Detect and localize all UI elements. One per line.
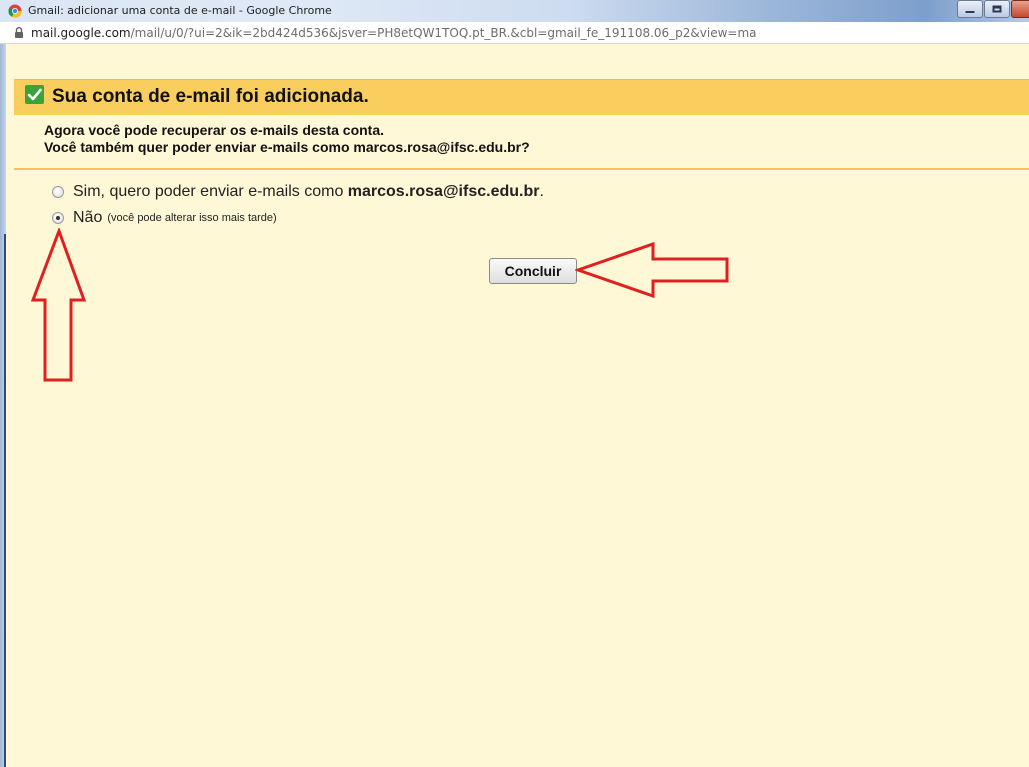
option-yes[interactable]: Sim, quero poder enviar e-mails como mar… [52,183,544,201]
radio-yes[interactable] [52,186,64,198]
window-controls [956,0,1029,20]
window-left-border [0,44,6,767]
info-text: Agora você pode recuperar os e-mails des… [44,122,530,156]
option-no-label: Não [73,209,103,226]
url-text: mail.google.com/mail/u/0/?ui=2&ik=2bd424… [31,26,757,40]
info-line-2: Você também quer poder enviar e-mails co… [44,139,530,155]
scroll-edge [4,234,6,767]
option-yes-label: Sim, quero poder enviar e-mails como mar… [73,183,544,201]
window-titlebar: Gmail: adicionar uma conta de e-mail - G… [0,0,1029,22]
info-line-1: Agora você pode recuperar os e-mails des… [44,122,385,138]
option-yes-email: marcos.rosa@ifsc.edu.br [347,183,540,200]
url-host: mail.google.com [31,26,131,40]
lock-icon [15,27,23,38]
minimize-icon [965,11,975,13]
banner-title: Sua conta de e-mail foi adicionada. [52,86,369,107]
maximize-icon [992,5,1002,13]
checkmark-icon [25,85,44,104]
success-banner: Sua conta de e-mail foi adicionada. [14,79,1029,115]
window-title: Gmail: adicionar uma conta de e-mail - G… [28,4,332,17]
concluir-button[interactable]: Concluir [489,258,577,284]
minimize-button[interactable] [957,0,983,18]
option-no-note: (você pode alterar isso mais tarde) [107,212,277,224]
address-bar[interactable]: mail.google.com/mail/u/0/?ui=2&ik=2bd424… [0,22,1029,44]
close-button[interactable] [1011,0,1029,18]
radio-no[interactable] [52,212,64,224]
url-path: /mail/u/0/?ui=2&ik=2bd424d536&jsver=PH8e… [130,26,757,40]
annotation-arrow-left-icon [575,241,729,299]
annotation-arrow-up-icon [30,228,87,382]
maximize-button[interactable] [984,0,1010,18]
option-no[interactable]: Não (você pode alterar isso mais tarde) [52,209,277,227]
chrome-logo-icon [8,4,22,18]
option-yes-suffix: . [539,183,544,200]
divider [14,168,1029,170]
option-yes-text: Sim, quero poder enviar e-mails como [73,183,348,200]
